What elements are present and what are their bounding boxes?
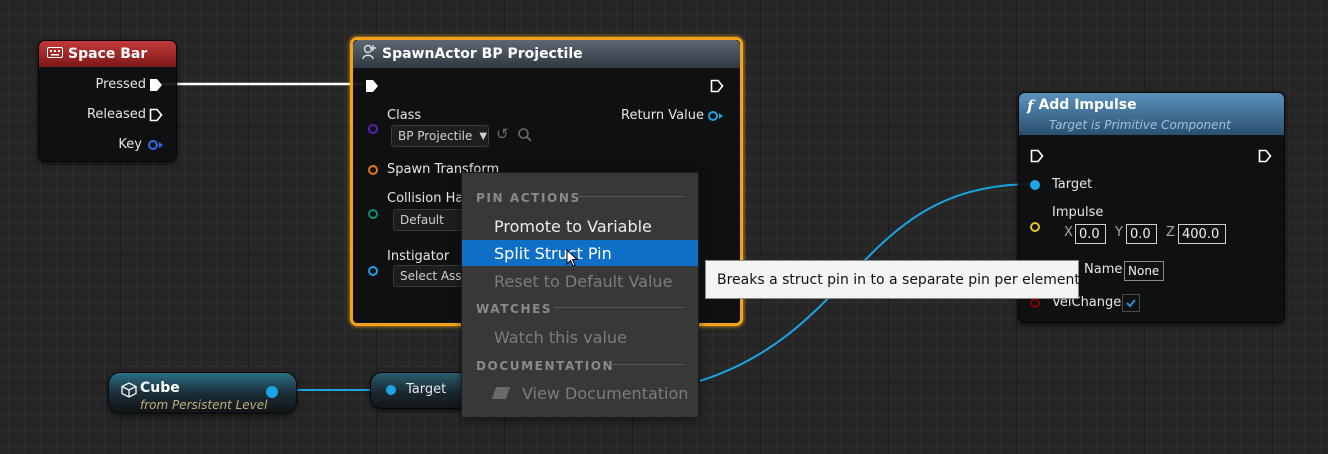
released-exec-pin[interactable] [149, 108, 163, 122]
view-documentation-label: View Documentation [522, 383, 689, 403]
keyboard-icon [47, 46, 63, 62]
promote-to-variable-item[interactable]: Promote to Variable [462, 213, 698, 239]
node-title: Space Bar [68, 46, 148, 62]
target-node-pin[interactable] [386, 385, 396, 395]
node-title: Add Impulse [1038, 97, 1137, 113]
vel-change-checkbox[interactable] [1122, 294, 1140, 312]
cube-icon [121, 382, 137, 402]
watch-this-value-item[interactable]: Watch this value [462, 324, 698, 350]
key-label: Key [118, 137, 142, 152]
space-bar-node[interactable]: Space Bar Pressed Released Key [38, 40, 177, 162]
impulse-y-field[interactable]: 0.0 [1126, 224, 1157, 244]
view-documentation-item[interactable]: View Documentation [462, 380, 698, 406]
class-dropdown-value: BP Projectile [398, 129, 473, 143]
impulse-z-axis-label: Z [1166, 225, 1175, 240]
impulse-z-field[interactable]: 400.0 [1178, 224, 1226, 244]
browse-back-icon[interactable]: ↺ [496, 125, 509, 143]
search-icon[interactable] [517, 127, 533, 143]
instigator-dropdown[interactable]: Select Asset [393, 265, 465, 287]
collision-handling-dropdown[interactable]: Default [393, 209, 465, 231]
watches-section-heading: WATCHES [476, 302, 553, 316]
pressed-exec-pin[interactable] [149, 78, 163, 92]
exec-input-pin[interactable] [1030, 149, 1044, 163]
chevron-down-icon: ▼ [479, 130, 488, 142]
target-node-label: Target [406, 382, 447, 397]
exec-output-pin[interactable] [710, 79, 724, 93]
return-value-pin[interactable] [708, 111, 718, 121]
cube-node[interactable]: Cube from Persistent Level [108, 372, 297, 414]
return-pin-knob [719, 113, 723, 119]
class-dropdown[interactable]: BP Projectile ▼ [391, 125, 489, 147]
cube-subtitle: from Persistent Level [140, 398, 268, 412]
spawn-actor-header[interactable]: SpawnActor BP Projectile [353, 40, 740, 68]
add-impulse-header[interactable]: f Add Impulse Target is Primitive Compon… [1019, 93, 1284, 135]
instigator-dropdown-value: Select Asset [400, 269, 464, 283]
split-struct-tooltip: Breaks a struct pin in to a separate pin… [705, 260, 1080, 299]
collision-dropdown-value: Default [400, 213, 444, 227]
target-input-node[interactable]: Target [370, 372, 472, 409]
section-divider [610, 364, 684, 365]
cube-output-pin[interactable] [266, 386, 278, 398]
collision-handling-label: Collision Han [387, 191, 472, 206]
split-struct-pin-item[interactable]: Split Struct Pin [462, 240, 698, 266]
spawn-actor-icon [361, 44, 377, 64]
spawn-transform-pin[interactable] [368, 165, 378, 175]
key-output-pin[interactable] [148, 140, 158, 150]
return-value-label: Return Value [621, 108, 704, 123]
documentation-section-heading: DOCUMENTATION [476, 359, 615, 373]
checkmark-icon [1126, 299, 1136, 308]
instigator-label: Instigator [387, 249, 450, 264]
impulse-input-pin[interactable] [1030, 222, 1040, 232]
reset-to-default-item[interactable]: Reset to Default Value [462, 268, 698, 294]
impulse-label: Impulse [1052, 205, 1104, 220]
key-pin-knob [159, 142, 163, 148]
vel-change-pin[interactable] [1030, 298, 1040, 308]
exec-output-pin[interactable] [1258, 149, 1272, 163]
pin-context-menu: PIN ACTIONS Promote to Variable Split St… [461, 172, 699, 418]
section-divider [578, 196, 684, 197]
collision-handling-pin[interactable] [368, 209, 378, 219]
bone-name-field[interactable]: None [1124, 261, 1164, 281]
documentation-icon [491, 387, 511, 399]
section-divider [554, 307, 684, 308]
impulse-x-axis-label: X [1064, 225, 1073, 240]
instigator-pin[interactable] [368, 266, 378, 276]
exec-input-pin[interactable] [365, 79, 379, 93]
impulse-x-field[interactable]: 0.0 [1075, 224, 1106, 244]
node-title: SpawnActor BP Projectile [382, 46, 583, 62]
pressed-label: Pressed [95, 77, 146, 92]
target-input-pin[interactable] [1030, 180, 1040, 190]
node-subtitle: Target is Primitive Component [1049, 118, 1231, 132]
cube-title: Cube [140, 380, 180, 396]
impulse-y-axis-label: Y [1115, 225, 1123, 240]
bone-name-label: Name [1084, 262, 1123, 277]
pin-actions-section-heading: PIN ACTIONS [476, 191, 581, 205]
class-label: Class [387, 108, 422, 123]
target-label: Target [1052, 177, 1093, 192]
function-icon: f [1027, 97, 1034, 115]
space-bar-header[interactable]: Space Bar [39, 41, 176, 67]
mouse-cursor-icon [566, 249, 578, 267]
released-label: Released [86, 107, 146, 122]
class-input-pin[interactable] [368, 124, 378, 134]
